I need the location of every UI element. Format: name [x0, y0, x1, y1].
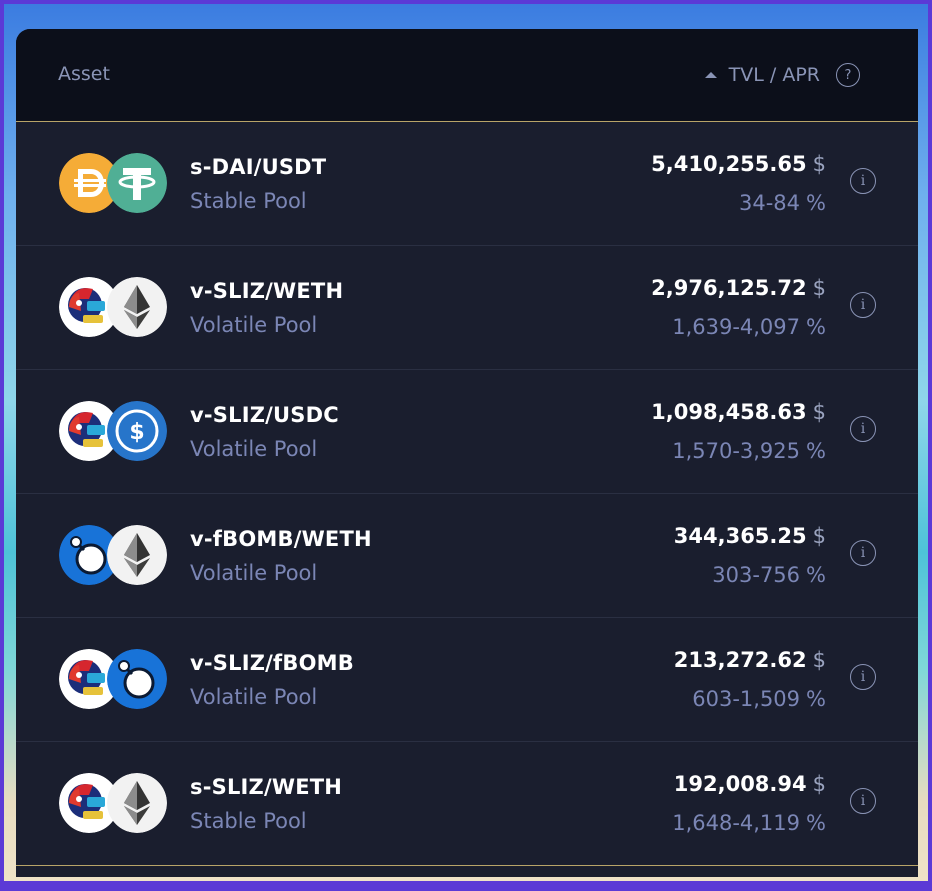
apr-value: 1,648-4,119 [672, 811, 801, 835]
apr-value: 603-1,509 [692, 687, 801, 711]
pool-pair-name[interactable]: s-DAI/USDT [190, 155, 326, 179]
tvl-value: 2,976,125.72 [651, 276, 807, 300]
asset-column-header[interactable]: Asset [58, 63, 110, 85]
pool-type: Volatile Pool [190, 437, 318, 461]
pool-tvl: 213,272.62 $ [674, 648, 826, 672]
pool-row[interactable]: $ v-SLIZ/USDC Volatile Pool 1,098,458.63… [16, 370, 918, 494]
fbomb-icon [107, 649, 167, 709]
token-pair-icons [59, 772, 171, 834]
apr-unit: % [806, 191, 826, 215]
tvl-value: 1,098,458.63 [651, 400, 807, 424]
tvl-unit: $ [812, 772, 826, 796]
weth-icon [107, 277, 167, 337]
info-icon[interactable]: i [850, 416, 876, 442]
pool-type: Stable Pool [190, 189, 307, 213]
pool-type: Volatile Pool [190, 685, 318, 709]
tvl-value: 5,410,255.65 [651, 152, 807, 176]
tvl-value: 344,365.25 [673, 524, 807, 548]
tvl-value: 192,008.94 [673, 772, 807, 796]
apr-value: 34-84 [739, 191, 801, 215]
tvl-unit: $ [812, 152, 826, 176]
pool-row[interactable]: s-DAI/USDT Stable Pool 5,410,255.65 $ 34-… [16, 122, 918, 246]
pool-pair-name[interactable]: v-SLIZ/fBOMB [190, 651, 354, 675]
token-pair-icons [59, 648, 171, 710]
pool-pair-name[interactable]: v-SLIZ/WETH [190, 279, 343, 303]
pool-pair-name[interactable]: v-fBOMB/WETH [190, 527, 372, 551]
table-body: s-DAI/USDT Stable Pool 5,410,255.65 $ 34-… [16, 122, 918, 866]
apr-unit: % [806, 563, 826, 587]
tvl-unit: $ [812, 400, 826, 424]
info-icon[interactable]: i [850, 292, 876, 318]
token-pair-icons [59, 276, 171, 338]
pool-row[interactable]: v-SLIZ/fBOMB Volatile Pool 213,272.62 $ 6… [16, 618, 918, 742]
pool-type: Volatile Pool [190, 561, 318, 585]
apr-value: 303-756 [712, 563, 801, 587]
pool-tvl: 344,365.25 $ [674, 524, 826, 548]
pool-apr: 1,570-3,925% [672, 439, 826, 463]
pool-apr: 303-756% [712, 563, 826, 587]
apr-unit: % [806, 315, 826, 339]
pool-pair-name[interactable]: v-SLIZ/USDC [190, 403, 339, 427]
pool-tvl: 2,976,125.72 $ [651, 276, 826, 300]
pool-apr: 603-1,509% [692, 687, 826, 711]
tvl-apr-label: TVL / APR [728, 64, 820, 86]
tvl-unit: $ [812, 524, 826, 548]
token-pair-icons [59, 152, 171, 214]
info-icon[interactable]: i [850, 168, 876, 194]
pool-apr: 1,648-4,119% [672, 811, 826, 835]
tvl-apr-sort-header[interactable]: TVL / APR ? [704, 63, 860, 87]
token-pair-icons: $ [59, 400, 171, 462]
weth-icon [107, 773, 167, 833]
info-icon[interactable]: i [850, 788, 876, 814]
sort-up-icon [704, 72, 717, 78]
apr-value: 1,639-4,097 [672, 315, 801, 339]
pool-type: Stable Pool [190, 809, 307, 833]
table-header: Asset TVL / APR ? [16, 29, 918, 122]
pool-tvl: 5,410,255.65 $ [651, 152, 826, 176]
apr-unit: % [806, 439, 826, 463]
apr-unit: % [806, 687, 826, 711]
pool-pair-name[interactable]: s-SLIZ/WETH [190, 775, 342, 799]
pool-row[interactable]: v-SLIZ/WETH Volatile Pool 2,976,125.72 $ … [16, 246, 918, 370]
pool-apr: 34-84% [739, 191, 826, 215]
tvl-value: 213,272.62 [673, 648, 807, 672]
pool-row[interactable]: v-fBOMB/WETH Volatile Pool 344,365.25 $ 3… [16, 494, 918, 618]
svg-text:$: $ [129, 420, 144, 445]
help-icon[interactable]: ? [836, 63, 860, 87]
apr-unit: % [806, 811, 826, 835]
pool-tvl: 192,008.94 $ [674, 772, 826, 796]
tvl-unit: $ [812, 276, 826, 300]
weth-icon [107, 525, 167, 585]
usdc-icon: $ [107, 401, 167, 461]
pool-tvl: 1,098,458.63 $ [651, 400, 826, 424]
pools-table: Asset TVL / APR ? s-DAI/USDT Stable Pool… [16, 29, 918, 877]
token-pair-icons [59, 524, 171, 586]
tvl-unit: $ [812, 648, 826, 672]
pool-row[interactable]: s-SLIZ/WETH Stable Pool 192,008.94 $ 1,64… [16, 742, 918, 866]
info-icon[interactable]: i [850, 664, 876, 690]
info-icon[interactable]: i [850, 540, 876, 566]
pool-apr: 1,639-4,097% [672, 315, 826, 339]
apr-value: 1,570-3,925 [672, 439, 801, 463]
pool-type: Volatile Pool [190, 313, 318, 337]
usdt-icon [107, 153, 167, 213]
